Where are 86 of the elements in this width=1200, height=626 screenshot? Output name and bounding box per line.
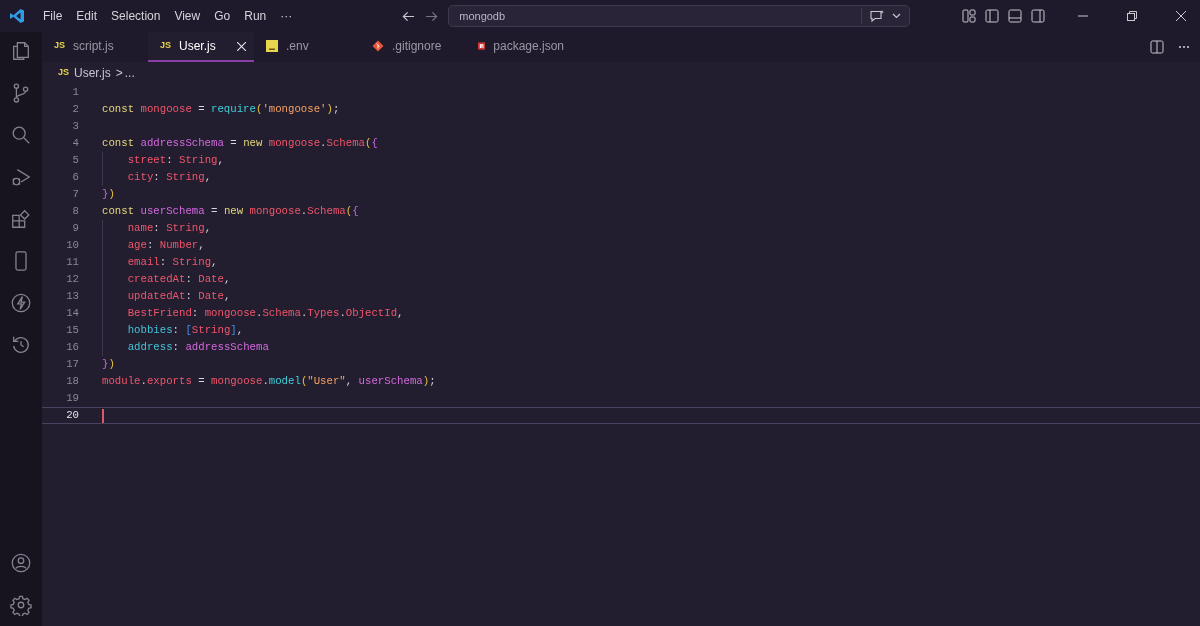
search-text: mongodb xyxy=(459,8,506,24)
code-line: BestFriend: mongoose.Schema.Types.ObjectId, xyxy=(127,306,404,321)
js-file-icon: JS xyxy=(160,39,171,53)
search-icon[interactable] xyxy=(10,124,32,146)
line-number: 5 xyxy=(71,153,79,169)
back-arrow-icon[interactable] xyxy=(402,9,416,23)
editor-tab[interactable]: .env xyxy=(254,32,360,62)
code-line: age: Number, xyxy=(127,238,205,253)
editor-tab[interactable]: JS User.js xyxy=(148,32,254,62)
line-number: 9 xyxy=(71,221,79,237)
breadcrumb-separator: > xyxy=(115,65,123,82)
app-logo-icon xyxy=(9,8,25,24)
code-line: module.exports = mongoose.model("User", userSchema); xyxy=(102,374,436,390)
extensions-icon[interactable] xyxy=(10,208,32,230)
line-number: 6 xyxy=(71,170,79,186)
settings-icon[interactable] xyxy=(10,594,32,616)
editor-tab[interactable]: package.json xyxy=(466,32,572,62)
tab-label: .env xyxy=(286,38,309,55)
npm-file-icon xyxy=(478,40,486,52)
secondary-sidebar-icon[interactable] xyxy=(1031,9,1045,23)
js-file-icon: JS xyxy=(58,66,69,80)
line-number: 19 xyxy=(65,391,79,407)
code-line: }) xyxy=(102,357,115,373)
lightning-icon[interactable] xyxy=(10,292,32,314)
sidebar-toggle-icon[interactable] xyxy=(985,9,999,23)
code-line: street: String, xyxy=(127,153,224,168)
line-number: 16 xyxy=(65,340,79,356)
line-number: 13 xyxy=(65,289,79,305)
split-editor-icon[interactable] xyxy=(1150,40,1164,54)
line-number: 20 xyxy=(65,408,79,424)
line-number: 12 xyxy=(65,272,79,288)
line-number: 14 xyxy=(65,306,79,322)
code-line: email: String, xyxy=(127,255,218,270)
search-field[interactable]: mongodb xyxy=(448,5,911,27)
code-line: const addressSchema = new mongoose.Schema({ xyxy=(102,136,378,152)
code-line: const mongoose = require('mongoose'); xyxy=(102,102,340,118)
code-line: const userSchema = new mongoose.Schema({ xyxy=(102,204,359,220)
code-line: name: String, xyxy=(127,221,212,236)
js-file-icon: JS xyxy=(54,39,65,53)
panel-toggle-icon[interactable] xyxy=(1008,9,1022,23)
restore-icon[interactable] xyxy=(1127,11,1137,21)
menu-item[interactable]: Edit xyxy=(70,7,104,25)
code-line: }) xyxy=(102,187,115,203)
menu-item[interactable]: Run xyxy=(238,7,273,25)
files-icon[interactable] xyxy=(10,40,32,62)
line-number: 4 xyxy=(71,136,79,152)
menu-item[interactable]: File xyxy=(37,7,69,25)
history-icon[interactable] xyxy=(10,334,32,356)
git-file-icon xyxy=(372,40,384,52)
layout-icon[interactable] xyxy=(962,9,976,23)
code-line: createdAt: Date, xyxy=(127,272,231,287)
menu-item[interactable]: View xyxy=(168,7,207,25)
forward-arrow-icon[interactable] xyxy=(425,9,439,23)
breadcrumb-item[interactable]: User.js xyxy=(74,64,111,82)
tab-label: script.js xyxy=(73,38,114,55)
run-debug-icon[interactable] xyxy=(10,166,32,188)
close-tab-icon[interactable] xyxy=(237,41,246,51)
editor-tab[interactable]: JS script.js xyxy=(42,32,148,62)
more-icon[interactable] xyxy=(1178,45,1190,49)
account-icon[interactable] xyxy=(10,552,32,574)
menu-item[interactable]: Go xyxy=(208,7,237,25)
line-number: 10 xyxy=(65,238,79,254)
line-number: 18 xyxy=(65,374,79,390)
line-number: 15 xyxy=(65,323,79,339)
line-number: 8 xyxy=(71,204,79,220)
line-number: 3 xyxy=(71,119,79,135)
line-number: 2 xyxy=(71,102,79,118)
breadcrumb-item[interactable]: ... xyxy=(124,64,135,82)
code-line: address: addressSchema xyxy=(127,340,269,355)
line-number: 17 xyxy=(65,357,79,373)
menu-item[interactable]: Selection xyxy=(105,7,167,25)
code-line: updatedAt: Date, xyxy=(127,289,231,304)
editor-tab[interactable]: .gitignore xyxy=(360,32,466,62)
line-number: 1 xyxy=(71,85,79,101)
env-file-icon xyxy=(266,40,278,52)
tab-label: package.json xyxy=(493,38,564,55)
menu-item[interactable]: ··· xyxy=(274,7,299,25)
line-number: 7 xyxy=(71,187,79,203)
tab-label: User.js xyxy=(179,38,216,55)
chat-icon[interactable] xyxy=(869,9,886,23)
code-line: hobbies: [String], xyxy=(127,323,244,338)
tab-label: .gitignore xyxy=(392,38,442,55)
chevron-down-icon[interactable] xyxy=(892,13,902,19)
code-line: city: String, xyxy=(127,170,212,185)
close-icon[interactable] xyxy=(1176,11,1186,21)
line-number: 11 xyxy=(65,255,79,271)
